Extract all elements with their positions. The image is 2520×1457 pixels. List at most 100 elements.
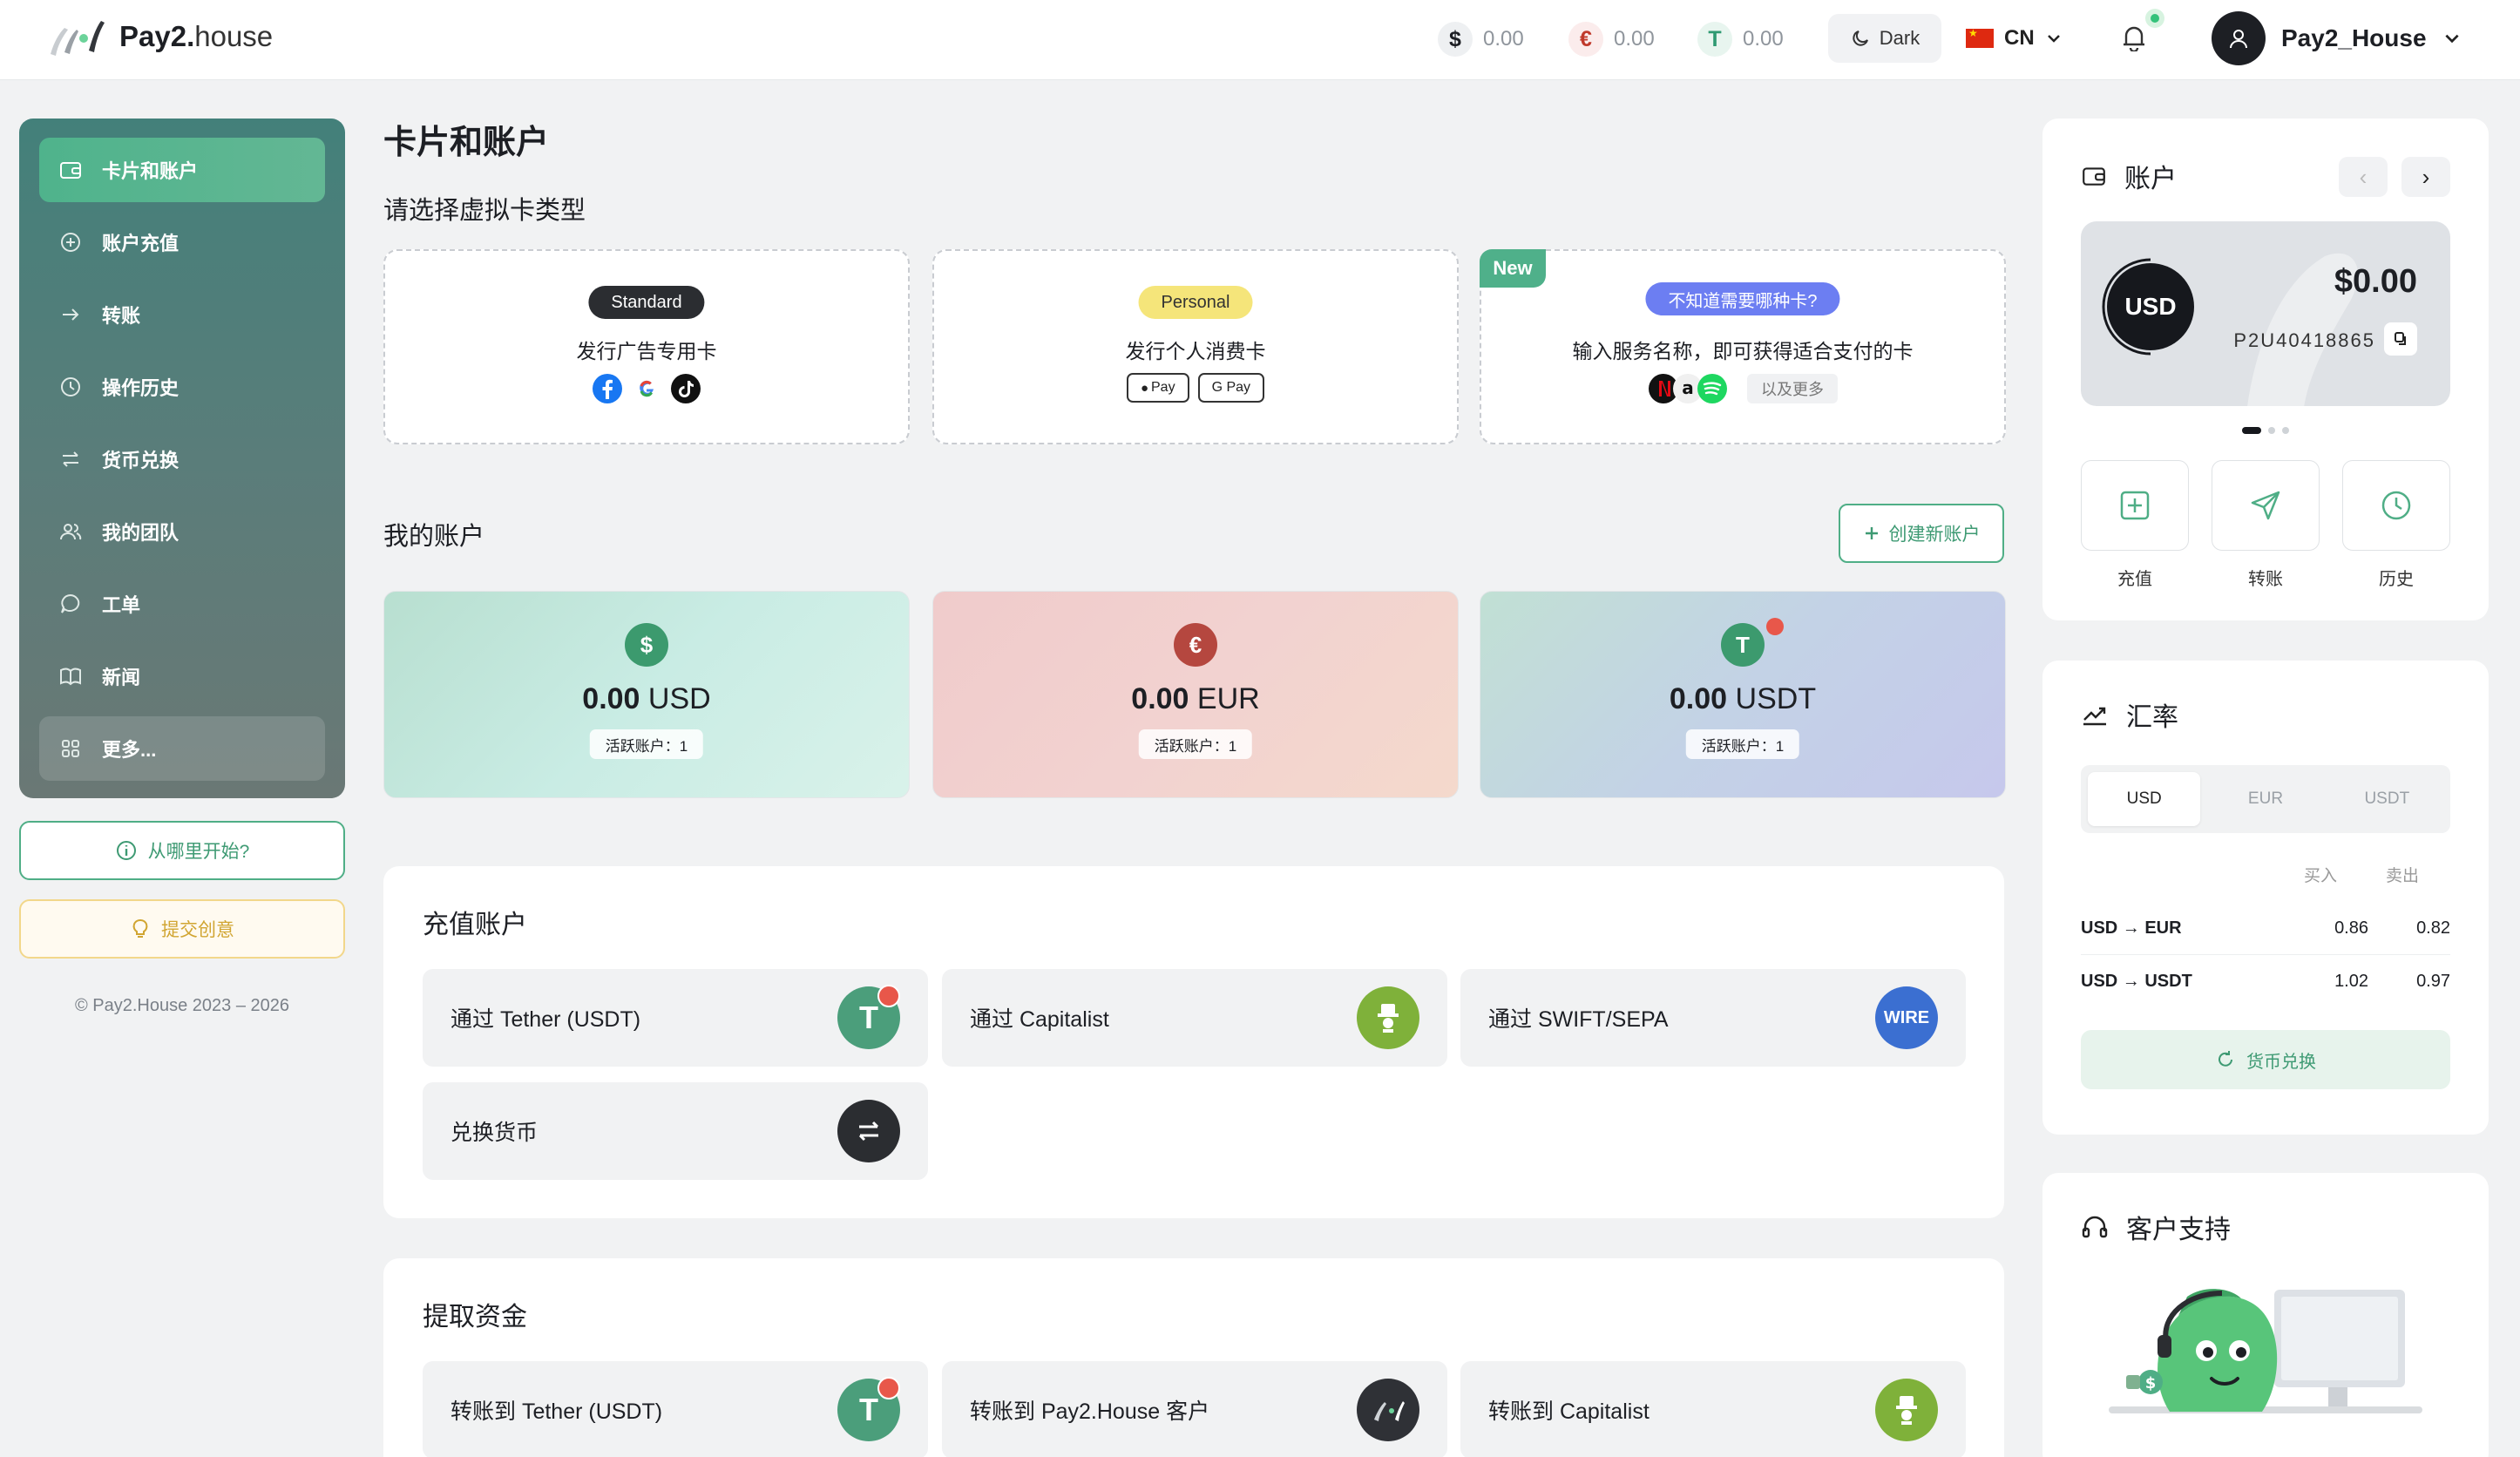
moon-icon <box>1853 30 1868 46</box>
brand-name[interactable]: Pay2.house <box>119 19 273 54</box>
capitalist-icon <box>1357 986 1419 1049</box>
withdraw-tether-option[interactable]: 转账到 Tether (USDT) T <box>423 1361 928 1457</box>
withdraw-panel: 提取资金 转账到 Tether (USDT) T 转账到 Pay2.House … <box>383 1258 2004 1457</box>
sidebar-item-topup[interactable]: 账户充值 <box>39 210 325 274</box>
svg-text:a: a <box>1682 377 1694 398</box>
submit-idea-button[interactable]: 提交创意 <box>19 899 345 959</box>
topup-capitalist-option[interactable]: 通过 Capitalist <box>942 969 1447 1067</box>
rates-title: 汇率 <box>2126 703 2178 732</box>
google-icon <box>633 375 660 403</box>
support-mascot-illustration: $ <box>2109 1289 2422 1413</box>
facebook-icon <box>593 374 622 403</box>
headset-icon <box>2082 1216 2108 1238</box>
and-more-chip: 以及更多 <box>1747 374 1838 403</box>
rate-row: USD → USDT 1.02 0.97 <box>2081 971 2450 991</box>
notification-indicator <box>2145 9 2164 28</box>
quick-action-transfer[interactable]: 转账 <box>2212 460 2320 590</box>
tron-badge-icon <box>877 1377 900 1399</box>
quick-action-topup[interactable]: 充值 <box>2081 460 2189 590</box>
top-header: Pay2.house $ 0.00 € 0.00 T 0.00 Dark CN … <box>0 0 2520 80</box>
topup-panel: 充值账户 通过 Tether (USDT) T 通过 Capitalist 通过… <box>383 866 2004 1218</box>
capitalist-icon <box>1875 1379 1938 1441</box>
sidebar-item-cards[interactable]: 卡片和账户 <box>39 138 325 202</box>
card-types-heading: 请选择虚拟卡类型 <box>383 197 586 225</box>
grid-icon <box>62 740 79 757</box>
pay2house-icon <box>1357 1379 1419 1441</box>
next-account-button[interactable]: › <box>2401 157 2450 197</box>
wire-icon: WIRE <box>1875 986 1938 1049</box>
google-pay-chip: G Pay <box>1197 373 1265 403</box>
plus-icon <box>1865 527 1878 539</box>
clock-icon <box>61 377 80 396</box>
card-type-finder[interactable]: New 不知道需要哪种卡? 输入服务名称，即可获得适合支付的卡 a 以及更多 <box>1480 249 2006 444</box>
avatar <box>2212 11 2266 65</box>
tab-eur[interactable]: EUR <box>2209 772 2321 826</box>
currency-exchange-button[interactable]: 货币兑换 <box>2081 1030 2450 1089</box>
sidebar-item-more[interactable]: 更多... <box>39 716 325 781</box>
buy-column-header: 买入 <box>2304 867 2338 885</box>
swap-icon <box>63 451 78 467</box>
tiktok-icon <box>671 374 701 403</box>
balance-usdt[interactable]: T 0.00 <box>1697 19 1784 59</box>
user-menu[interactable]: Pay2_House <box>2212 10 2462 66</box>
chevron-down-icon <box>2047 35 2060 43</box>
account-id: P2U40418865 <box>2233 329 2375 351</box>
copy-id-button[interactable] <box>2384 322 2417 356</box>
topup-tether-option[interactable]: 通过 Tether (USDT) T <box>423 969 928 1067</box>
balance-usd[interactable]: $ 0.00 <box>1438 19 1524 59</box>
sidebar-item-team[interactable]: 我的团队 <box>39 499 325 564</box>
carousel-dots[interactable] <box>2042 427 2489 434</box>
sidebar-item-tickets[interactable]: 工单 <box>39 572 325 636</box>
sidebar-item-transfer[interactable]: 转账 <box>39 282 325 347</box>
tab-usdt[interactable]: USDT <box>2331 772 2443 826</box>
card-type-standard[interactable]: Standard 发行广告专用卡 <box>383 249 910 444</box>
active-accounts-badge: 活跃账户：1 <box>589 729 704 759</box>
exchange-icon <box>837 1100 900 1162</box>
send-icon <box>2251 491 2280 520</box>
copy-icon <box>2395 332 2406 345</box>
get-started-button[interactable]: 从哪里开始? <box>19 821 345 880</box>
standard-pill: Standard <box>588 286 705 319</box>
chevron-right-icon: › <box>2422 163 2430 190</box>
brand-logo-icon[interactable] <box>45 16 106 58</box>
sidebar-item-history[interactable]: 操作历史 <box>39 355 325 419</box>
account-card-usd[interactable]: $ 0.00 USD 活跃账户：1 <box>383 591 910 798</box>
topup-title: 充值账户 <box>423 911 527 939</box>
copyright: © Pay2.House 2023 – 2026 <box>74 996 290 1015</box>
tether-icon: T <box>1697 22 1732 57</box>
arrow-right-icon <box>63 308 79 321</box>
quick-action-history[interactable]: 历史 <box>2342 460 2450 590</box>
unsure-pill: 不知道需要哪种卡? <box>1645 282 1840 315</box>
prev-account-button[interactable]: ‹ <box>2339 157 2388 197</box>
withdraw-capitalist-option[interactable]: 转账到 Capitalist <box>1460 1361 1966 1457</box>
rates-tabs: USD EUR USDT <box>2081 765 2450 833</box>
withdraw-pay2house-option[interactable]: 转账到 Pay2.House 客户 <box>942 1361 1447 1457</box>
china-flag-icon <box>1966 27 1994 48</box>
create-account-button[interactable]: 创建新账户 <box>1839 504 2004 563</box>
sidebar-item-news[interactable]: 新闻 <box>39 644 325 708</box>
sidebar-item-exchange[interactable]: 货币兑换 <box>39 427 325 491</box>
card-type-personal[interactable]: Personal 发行个人消费卡 ● Pay G Pay <box>932 249 1459 444</box>
euro-icon: € <box>1568 22 1603 57</box>
exchange-currency-option[interactable]: 兑换货币 <box>423 1082 928 1180</box>
page-title: 卡片和账户 <box>383 125 550 161</box>
language-selector[interactable]: CN <box>1966 19 2063 58</box>
dollar-icon: $ <box>1438 22 1473 57</box>
theme-toggle-button[interactable]: Dark <box>1828 14 1941 63</box>
account-widget-title: 账户 <box>2124 165 2177 193</box>
selected-account-card[interactable]: USD $0.00 P2U40418865 <box>2081 221 2450 406</box>
account-balance: $0.00 <box>2334 263 2417 300</box>
tab-usd[interactable]: USD <box>2088 772 2201 826</box>
wallet-icon <box>2083 167 2105 186</box>
balance-eur[interactable]: € 0.00 <box>1568 19 1655 59</box>
account-card-usdt[interactable]: T 0.00 USDT 活跃账户：1 <box>1480 591 2006 798</box>
svg-text:$: $ <box>2145 1374 2157 1393</box>
topup-swift-option[interactable]: 通过 SWIFT/SEPA WIRE <box>1460 969 1966 1067</box>
user-icon <box>2230 30 2247 49</box>
withdraw-title: 提取资金 <box>423 1303 527 1332</box>
account-widget: 账户 ‹ › USD $0.00 P2U40418865 充值 转账 历史 <box>2042 119 2489 620</box>
tron-badge-icon <box>877 985 900 1007</box>
euro-icon: € <box>1174 623 1217 667</box>
account-card-eur[interactable]: € 0.00 EUR 活跃账户：1 <box>932 591 1459 798</box>
apple-pay-chip: ● Pay <box>1126 373 1189 403</box>
